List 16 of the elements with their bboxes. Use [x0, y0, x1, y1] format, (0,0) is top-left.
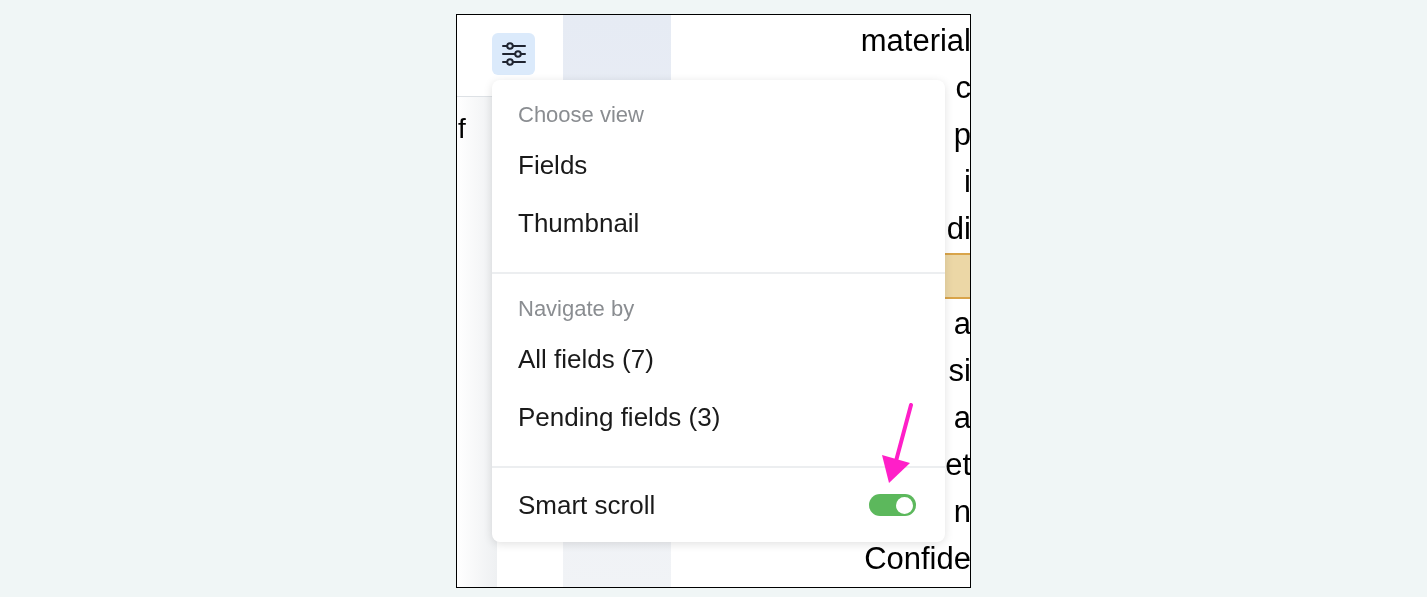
- toggle-label: Smart scroll: [518, 488, 656, 522]
- document-text: i: [964, 163, 970, 200]
- section-heading: Choose view: [518, 101, 645, 129]
- document-text: c: [955, 69, 970, 106]
- document-text: di: [946, 210, 970, 247]
- section-heading: Navigate by: [518, 295, 636, 323]
- document-text: n: [953, 493, 970, 530]
- view-settings-button[interactable]: [492, 33, 535, 75]
- settings-sliders-icon: [500, 41, 527, 67]
- toggle-switch[interactable]: [869, 494, 916, 516]
- document-text: p: [953, 116, 970, 153]
- document-text: si: [948, 352, 970, 389]
- document-text: et: [945, 446, 970, 483]
- document-text-fragment: f: [458, 113, 466, 145]
- document-text: material: [860, 22, 970, 59]
- document-text: Confide: [864, 540, 970, 577]
